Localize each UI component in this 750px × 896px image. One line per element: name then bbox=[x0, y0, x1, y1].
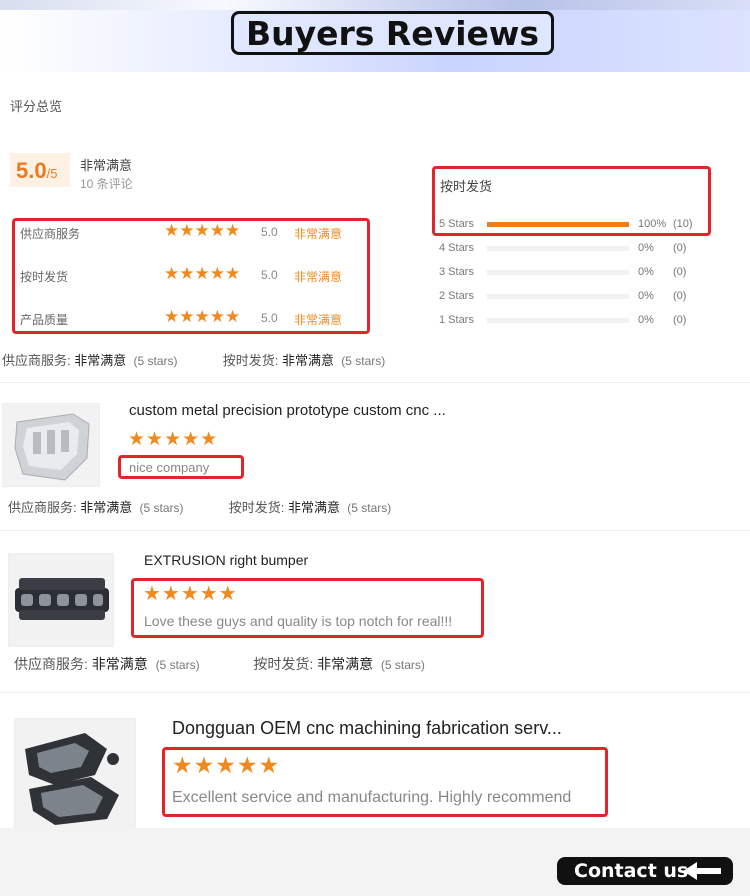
service-stars: (5 stars) bbox=[133, 354, 178, 368]
rating-row-quality: 产品质量 ★★★★★ 5.0 非常满意 bbox=[20, 307, 360, 329]
arrow-left-icon bbox=[683, 862, 721, 880]
service-label: 供应商服务: bbox=[8, 500, 77, 515]
ship-value: 非常满意 bbox=[282, 353, 335, 368]
service-value: 非常满意 bbox=[74, 353, 127, 368]
distribution-bar bbox=[487, 318, 629, 323]
rating-value: 5.0 bbox=[261, 311, 278, 325]
ship-stars: (5 stars) bbox=[341, 354, 386, 368]
score-description: 非常满意 bbox=[80, 158, 133, 173]
divider bbox=[0, 382, 750, 383]
distribution-bar bbox=[487, 294, 629, 299]
review-product-title[interactable]: custom metal precision prototype custom … bbox=[129, 402, 446, 419]
review-comment: Excellent service and manufacturing. Hig… bbox=[172, 789, 572, 806]
distribution-percent: 0% bbox=[638, 314, 654, 326]
distribution-count: (10) bbox=[673, 218, 693, 230]
ship-value: 非常满意 bbox=[317, 656, 374, 672]
divider bbox=[0, 530, 750, 531]
review-comment: nice company bbox=[129, 460, 210, 475]
review-star-icons: ★★★★★ bbox=[128, 429, 219, 450]
page-banner: Buyers Reviews bbox=[0, 0, 750, 72]
distribution-row: 5 Stars 100% (10) bbox=[439, 215, 709, 235]
contact-us-button[interactable]: Contact us bbox=[557, 857, 733, 885]
distribution-count: (0) bbox=[673, 266, 687, 278]
review-product-title[interactable]: Dongguan OEM cnc machining fabrication s… bbox=[172, 718, 562, 739]
score-max: /5 bbox=[46, 166, 58, 181]
distribution-count: (0) bbox=[673, 242, 687, 254]
distribution-bar bbox=[487, 270, 629, 275]
star-level-label: 2 Stars bbox=[439, 290, 474, 302]
rating-label: 产品质量 bbox=[20, 313, 69, 327]
review-count: 10 条评论 bbox=[80, 177, 133, 191]
ship-stars: (5 stars) bbox=[380, 658, 425, 672]
rating-word: 非常满意 bbox=[294, 270, 343, 284]
divider bbox=[0, 692, 750, 693]
distribution-bar bbox=[487, 246, 629, 251]
ship-label: 按时发货: bbox=[228, 500, 285, 515]
distribution-percent: 0% bbox=[638, 290, 654, 302]
distribution-percent: 100% bbox=[638, 218, 667, 230]
distribution-title: 按时发货 bbox=[440, 179, 493, 194]
distribution-row: 4 Stars 0% (0) bbox=[439, 239, 709, 259]
distribution-count: (0) bbox=[673, 314, 687, 326]
overall-score: 5.0/5 bbox=[16, 158, 57, 184]
banner-title: Buyers Reviews bbox=[231, 11, 554, 55]
rating-row-shipping: 按时发货 ★★★★★ 5.0 非常满意 bbox=[20, 264, 360, 286]
star-level-label: 5 Stars bbox=[439, 218, 474, 230]
star-rating-icon: ★★★★★ bbox=[164, 221, 241, 240]
service-label: 供应商服务: bbox=[14, 656, 88, 672]
star-level-label: 3 Stars bbox=[439, 266, 474, 278]
score-value: 5.0 bbox=[16, 158, 47, 183]
rating-value: 5.0 bbox=[261, 268, 278, 282]
distribution-row: 2 Stars 0% (0) bbox=[439, 287, 709, 307]
distribution-percent: 0% bbox=[638, 266, 654, 278]
ship-value: 非常满意 bbox=[288, 500, 341, 515]
service-label: 供应商服务: bbox=[2, 353, 71, 368]
ship-stars: (5 stars) bbox=[347, 501, 392, 515]
ship-label: 按时发货: bbox=[222, 353, 279, 368]
rating-word: 非常满意 bbox=[294, 227, 343, 241]
star-rating-icon: ★★★★★ bbox=[164, 264, 241, 283]
star-level-label: 4 Stars bbox=[439, 242, 474, 254]
review-star-icons: ★★★★★ bbox=[143, 583, 238, 605]
ship-label: 按时发货: bbox=[253, 656, 314, 672]
distribution-count: (0) bbox=[673, 290, 687, 302]
product-thumbnail[interactable] bbox=[14, 718, 136, 830]
rating-label: 供应商服务 bbox=[20, 227, 81, 241]
service-stars: (5 stars) bbox=[139, 501, 184, 515]
distribution-row: 3 Stars 0% (0) bbox=[439, 263, 709, 283]
banner-decoration bbox=[0, 0, 750, 10]
rating-word: 非常满意 bbox=[294, 313, 343, 327]
review-product-title[interactable]: EXTRUSION right bumper bbox=[144, 552, 308, 568]
product-thumbnail[interactable] bbox=[2, 403, 100, 487]
service-value: 非常满意 bbox=[91, 656, 148, 672]
star-level-label: 1 Stars bbox=[439, 314, 474, 326]
product-thumbnail[interactable] bbox=[8, 553, 114, 647]
contact-label: Contact us bbox=[574, 860, 689, 882]
review-footer: 供应商服务: 非常满意 (5 stars) 按时发货: 非常满意 (5 star… bbox=[14, 654, 425, 674]
review-footer: 供应商服务: 非常满意 (5 stars) 按时发货: 非常满意 (5 star… bbox=[8, 497, 391, 516]
review-comment: Love these guys and quality is top notch… bbox=[144, 613, 453, 629]
distribution-bar bbox=[487, 222, 629, 227]
review-star-icons: ★★★★★ bbox=[172, 752, 281, 778]
rating-label: 按时发货 bbox=[20, 270, 69, 284]
summary-footer: 供应商服务: 非常满意 (5 stars) 按时发货: 非常满意 (5 star… bbox=[2, 350, 385, 369]
rating-row-service: 供应商服务 ★★★★★ 5.0 非常满意 bbox=[20, 221, 360, 243]
star-rating-icon: ★★★★★ bbox=[164, 307, 241, 326]
distribution-bar-fill bbox=[487, 222, 629, 227]
rating-value: 5.0 bbox=[261, 225, 278, 239]
distribution-percent: 0% bbox=[638, 242, 654, 254]
distribution-row: 1 Stars 0% (0) bbox=[439, 311, 709, 331]
service-value: 非常满意 bbox=[80, 500, 133, 515]
summary-title: 评分总览 bbox=[10, 99, 63, 114]
service-stars: (5 stars) bbox=[155, 658, 200, 672]
